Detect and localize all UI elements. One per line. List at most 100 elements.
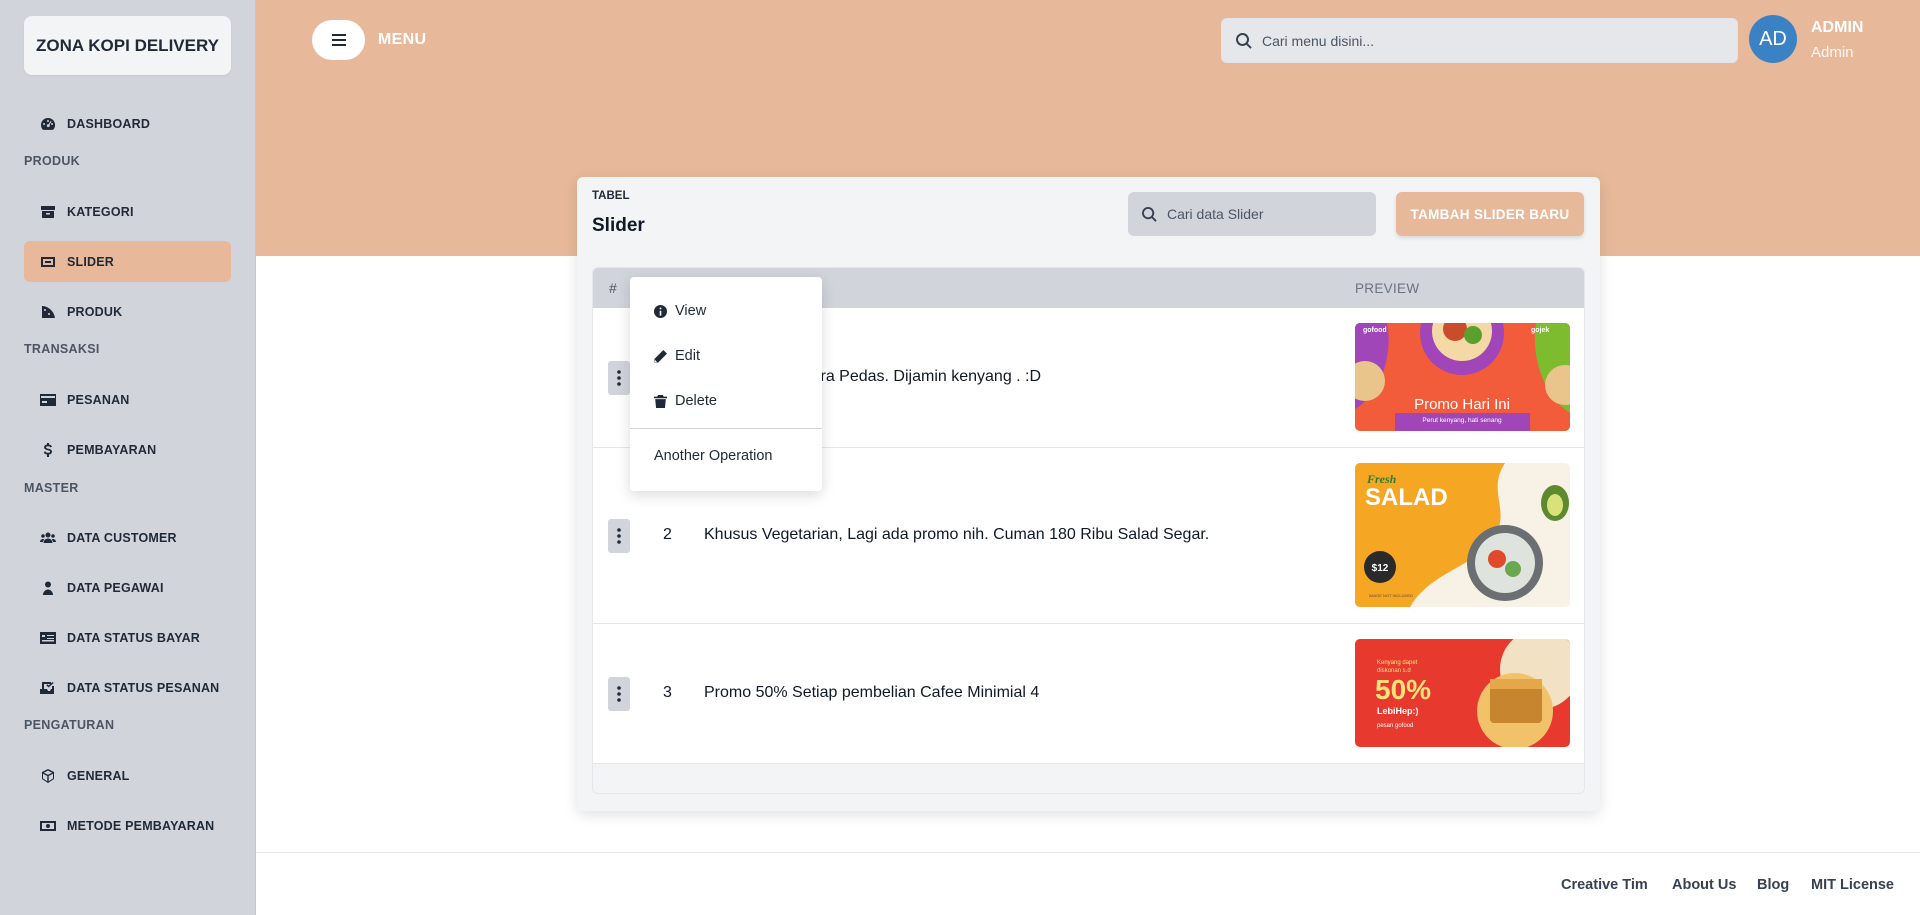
footer-divider [256, 852, 1920, 853]
section-transaksi: TRANSAKSI [24, 342, 100, 356]
sidebar-item-pesanan[interactable]: PESANAN [24, 379, 231, 420]
row-actions-button[interactable] [608, 519, 630, 553]
avatar[interactable]: AD [1749, 15, 1797, 63]
footer-link-creative-tim[interactable]: Creative Tim [1561, 877, 1648, 893]
promo50-footer: pesan gofood [1377, 723, 1413, 729]
dollar-icon [39, 442, 57, 457]
gofood-logo-text: gofood [1363, 327, 1387, 334]
sidebar-item-label: KATEGORI [67, 204, 134, 219]
gauge-icon [39, 117, 57, 131]
user-tie-icon [39, 581, 57, 595]
sidebar-item-pembayaran[interactable]: PEMBAYARAN [24, 429, 231, 470]
search-icon [1142, 206, 1157, 222]
kebab-icon [617, 528, 621, 544]
money-bill-icon [39, 819, 57, 833]
sidebar-item-data-pegawai[interactable]: DATA PEGAWAI [24, 567, 231, 608]
hamburger-icon [331, 34, 346, 46]
sidebar-item-data-customer[interactable]: DATA CUSTOMER [24, 517, 231, 558]
promo-headline: Promo Hari Ini [1414, 396, 1510, 413]
sidebar-item-dashboard[interactable]: DASHBOARD [24, 103, 231, 144]
info-circle-icon [654, 304, 667, 318]
sidebar-item-label: DATA CUSTOMER [67, 530, 177, 545]
promo-tagline: Perut kenyang, hati senang [1422, 417, 1502, 424]
dropdown-divider [630, 428, 822, 429]
sidebar-item-label: METODE PEMBAYARAN [67, 818, 215, 833]
sidebar-item-label: GENERAL [67, 768, 130, 783]
salad-headline: SALAD [1365, 484, 1448, 511]
kebab-icon [617, 686, 621, 702]
footer-link-blog[interactable]: Blog [1757, 877, 1789, 893]
footer-link-about-us[interactable]: About Us [1672, 877, 1736, 893]
column-header-number: # [609, 280, 617, 296]
trash-icon [654, 394, 667, 408]
row-actions-dropdown: View Edit Delete Another Operation [630, 277, 822, 491]
kebab-icon [617, 370, 621, 386]
sidebar-item-produk[interactable]: PRODUK [24, 291, 231, 332]
sidebar-item-label: DATA STATUS BAYAR [67, 630, 201, 645]
salad-note: IMAGE NOT INCLUDED [1369, 593, 1413, 598]
sidebar-item-label: DATA PEGAWAI [67, 580, 164, 595]
section-master: MASTER [24, 481, 79, 495]
row-title: Khusus Vegetarian, Lagi ada promo nih. C… [704, 526, 1210, 543]
sidebar-item-label: PRODUK [67, 304, 123, 319]
users-icon [39, 531, 57, 545]
menu-label[interactable]: MENU [378, 31, 426, 49]
add-slider-button[interactable]: TAMBAH SLIDER BARU [1396, 192, 1584, 236]
row-number: 2 [663, 526, 672, 543]
dropdown-item-label: Delete [675, 393, 717, 409]
search-icon [1236, 32, 1252, 49]
credit-card-icon [39, 393, 57, 407]
row-number: 3 [663, 684, 672, 701]
slider-table-card: TABEL Slider TAMBAH SLIDER BARU # PREVIE… [577, 177, 1600, 811]
preview-image-promo-50: Kenyang dapet diskonan s.d 50% LebiHep:)… [1355, 639, 1570, 747]
dropdown-item-label: Edit [675, 348, 700, 364]
slider-icon [39, 255, 57, 269]
dropdown-item-label: Another Operation [654, 448, 773, 464]
sidebar-item-label: PEMBAYARAN [67, 442, 157, 457]
dropdown-item-label: View [675, 303, 707, 319]
promo50-brand: LebiHep:) [1377, 706, 1419, 716]
dropdown-item-another-operation[interactable]: Another Operation [654, 448, 773, 464]
top-search-bar[interactable] [1221, 18, 1738, 63]
sidebar-item-kategori[interactable]: KATEGORI [24, 191, 231, 232]
sidebar-item-data-status-pesanan[interactable]: DATA STATUS PESANAN [24, 667, 231, 708]
dropdown-item-delete[interactable]: Delete [654, 393, 717, 409]
cube-icon [39, 768, 57, 783]
row-actions-button[interactable] [608, 361, 630, 395]
section-produk: PRODUK [24, 154, 80, 168]
sidebar-item-slider[interactable]: SLIDER [24, 241, 231, 282]
card-search-bar[interactable] [1128, 192, 1376, 236]
user-role: Admin [1811, 44, 1854, 61]
dropdown-item-edit[interactable]: Edit [654, 348, 700, 364]
sidebar-item-general[interactable]: GENERAL [24, 755, 231, 796]
brand-logo[interactable]: ZONA KOPI DELIVERY [24, 16, 231, 75]
gojek-logo-text: gojek [1531, 327, 1549, 334]
inbox-check-icon [39, 681, 57, 695]
menu-toggle-button[interactable] [312, 20, 365, 60]
row-title: Promo 50% Setiap pembelian Cafee Minimia… [704, 684, 1040, 701]
salad-price: $12 [1372, 563, 1389, 574]
card-title: Slider [592, 215, 645, 236]
box-icon [39, 205, 57, 219]
card-search-input[interactable] [1167, 206, 1367, 222]
user-name[interactable]: ADMIN [1811, 19, 1863, 37]
sidebar-item-data-status-bayar[interactable]: DATA STATUS BAYAR [24, 617, 231, 658]
pencil-icon [654, 349, 667, 363]
footer-link-mit-license[interactable]: MIT License [1811, 877, 1894, 893]
promo50-big: 50% [1375, 674, 1431, 705]
preview-image-fresh-salad: Fresh SALAD $12 IMAGE NOT INCLUDED [1355, 463, 1570, 607]
sidebar-item-label: DASHBOARD [67, 116, 151, 131]
sidebar-item-metode-pembayaran[interactable]: METODE PEMBAYARAN [24, 805, 231, 846]
row-actions-button[interactable] [608, 677, 630, 711]
sidebar: ZONA KOPI DELIVERY DASHBOARD PRODUK KATE… [0, 0, 256, 915]
money-check-icon [39, 631, 57, 645]
top-search-input[interactable] [1262, 32, 1702, 49]
promo50-line1: Kenyang dapet [1377, 660, 1418, 666]
card-subtitle: TABEL [592, 190, 630, 202]
sidebar-item-label: SLIDER [67, 254, 115, 269]
section-pengaturan: PENGATURAN [24, 718, 115, 732]
sidebar-item-label: DATA STATUS PESANAN [67, 680, 220, 695]
table-row: 3 Promo 50% Setiap pembelian Cafee Minim… [593, 624, 1584, 764]
column-header-preview: PREVIEW [1355, 281, 1420, 296]
dropdown-item-view[interactable]: View [654, 303, 706, 319]
